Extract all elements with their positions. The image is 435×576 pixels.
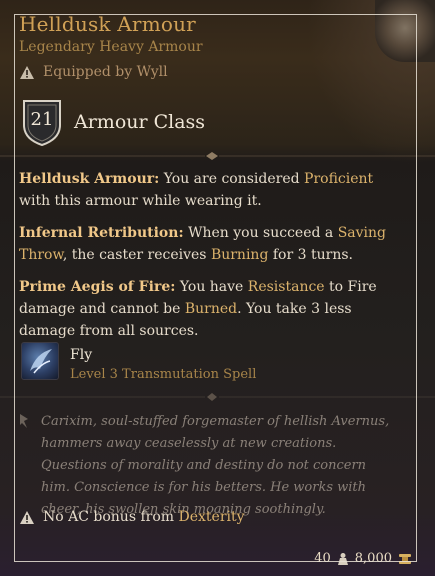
- property-helldusk-armour: Helldusk Armour: You are considered Prof…: [19, 168, 391, 212]
- item-title: Helldusk Armour: [19, 12, 196, 36]
- spell-detail: Level 3 Transmutation Spell: [70, 367, 257, 382]
- item-artwork: [375, 0, 435, 62]
- property-name: Infernal Retribution:: [19, 225, 184, 241]
- equipped-by-label: Equipped by Wyll: [43, 64, 168, 80]
- property-text: , the caster receives: [62, 247, 211, 263]
- property-text: When you succeed a: [188, 225, 338, 241]
- warning-text: No AC bonus from: [43, 509, 179, 525]
- item-properties: Helldusk Armour: You are considered Prof…: [19, 168, 391, 352]
- armour-class-label: Armour Class: [74, 111, 206, 133]
- item-lore: Carixim, soul-stuffed forgemaster of hel…: [41, 414, 390, 517]
- armour-class-value: 21: [30, 109, 54, 130]
- property-text: You are considered: [163, 171, 305, 187]
- weight-value: 40: [314, 551, 331, 566]
- item-footer: 40 8,000: [314, 551, 412, 566]
- burning-link[interactable]: Burning: [211, 247, 268, 263]
- resistance-link[interactable]: Resistance: [248, 279, 325, 295]
- property-text: with this armour while wearing it.: [19, 193, 262, 209]
- proficient-link[interactable]: Proficient: [304, 171, 373, 187]
- dexterity-warning: No AC bonus from Dexterity: [19, 509, 245, 525]
- dexterity-link[interactable]: Dexterity: [179, 509, 245, 525]
- item-rarity-type: Legendary Heavy Armour: [19, 39, 203, 55]
- spell-name: Fly: [70, 347, 93, 363]
- warning-icon: [20, 510, 34, 524]
- gold-coins-icon: [399, 553, 411, 564]
- property-infernal-retribution: Infernal Retribution: When you succeed a…: [19, 222, 391, 266]
- section-divider: [0, 152, 435, 160]
- gold-value: 8,000: [354, 551, 392, 566]
- shield-icon: 21: [20, 97, 64, 147]
- lore-divider: [0, 393, 435, 401]
- warning-icon: [20, 65, 34, 79]
- equipped-status: Equipped by Wyll: [19, 64, 168, 80]
- armour-class-row: 21 Armour Class: [20, 97, 205, 147]
- property-name: Helldusk Armour:: [19, 171, 160, 187]
- weight-icon: [337, 552, 348, 565]
- granted-spell[interactable]: Fly Level 3 Transmutation Spell: [21, 342, 256, 382]
- quill-icon: [20, 414, 28, 428]
- fly-spell-icon: [21, 342, 59, 380]
- burned-link[interactable]: Burned: [185, 301, 237, 317]
- item-tooltip: Helldusk Armour Legendary Heavy Armour E…: [0, 0, 435, 576]
- property-prime-aegis: Prime Aegis of Fire: You have Resistance…: [19, 276, 391, 342]
- property-name: Prime Aegis of Fire:: [19, 279, 176, 295]
- property-text: You have: [179, 279, 248, 295]
- property-text: for 3 turns.: [268, 247, 353, 263]
